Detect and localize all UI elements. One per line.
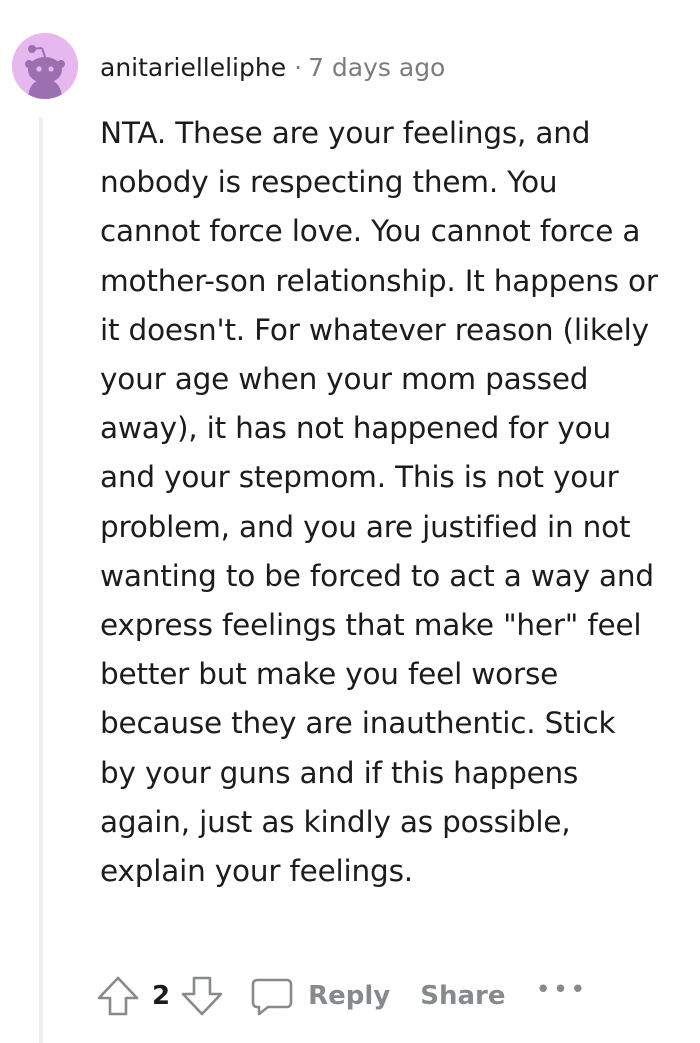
speech-bubble-icon xyxy=(251,978,293,1016)
more-options-button[interactable]: ••• xyxy=(535,975,587,1005)
username[interactable]: anitarielleliphe xyxy=(100,53,286,82)
vote-score: 2 xyxy=(152,981,171,1011)
thread-line[interactable] xyxy=(39,117,43,1043)
comment-meta: anitarielleliphe · 7 days ago xyxy=(100,52,445,84)
comment-body: NTA. These are your feelings, and nobody… xyxy=(100,116,658,889)
comment-actions: 2 Reply Share ••• xyxy=(94,968,588,1024)
timestamp[interactable]: 7 days ago xyxy=(308,53,445,82)
share-button[interactable]: Share xyxy=(420,981,505,1011)
downvote-arrow-icon xyxy=(181,976,223,1016)
downvote-button[interactable] xyxy=(178,970,226,1022)
upvote-button[interactable] xyxy=(94,970,142,1022)
comment: anitarielleliphe · 7 days ago NTA. These a… xyxy=(0,0,700,1043)
more-dots-icon: ••• xyxy=(535,975,588,1005)
user-avatar[interactable] xyxy=(12,33,78,99)
reply-button[interactable]: Reply xyxy=(250,974,390,1018)
share-label: Share xyxy=(420,981,506,1011)
reply-label: Reply xyxy=(308,981,391,1011)
meta-separator: · xyxy=(294,53,303,82)
upvote-arrow-icon xyxy=(97,976,139,1016)
snoo-avatar-icon xyxy=(12,33,78,99)
